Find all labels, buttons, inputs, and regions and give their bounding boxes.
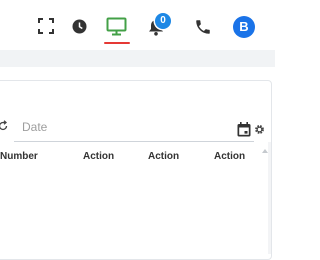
notification-count-badge: 0 bbox=[155, 13, 171, 29]
date-filter: Date bbox=[0, 114, 275, 142]
top-bar: 0 B bbox=[0, 0, 275, 50]
clock-icon[interactable] bbox=[72, 19, 87, 34]
subheader-strip bbox=[0, 50, 275, 67]
column-header-action-2[interactable]: Action bbox=[148, 151, 179, 162]
table-header: Number Action Action Action bbox=[0, 147, 275, 165]
content-panel bbox=[0, 80, 272, 260]
date-input[interactable]: Date bbox=[22, 120, 47, 134]
settings-icon[interactable] bbox=[254, 124, 265, 135]
table-scrollbar[interactable] bbox=[268, 142, 271, 254]
calendar-icon[interactable] bbox=[237, 122, 251, 137]
date-input-underline bbox=[14, 141, 254, 142]
monitor-icon[interactable] bbox=[106, 17, 127, 36]
fullscreen-icon[interactable] bbox=[38, 18, 54, 34]
column-header-number[interactable]: Number bbox=[0, 151, 38, 162]
phone-icon[interactable] bbox=[194, 18, 212, 36]
column-header-action-1[interactable]: Action bbox=[83, 151, 114, 162]
refresh-icon[interactable] bbox=[0, 120, 9, 132]
active-tab-indicator bbox=[104, 42, 130, 44]
user-avatar[interactable]: B bbox=[233, 16, 255, 38]
column-header-action-3[interactable]: Action bbox=[214, 151, 245, 162]
